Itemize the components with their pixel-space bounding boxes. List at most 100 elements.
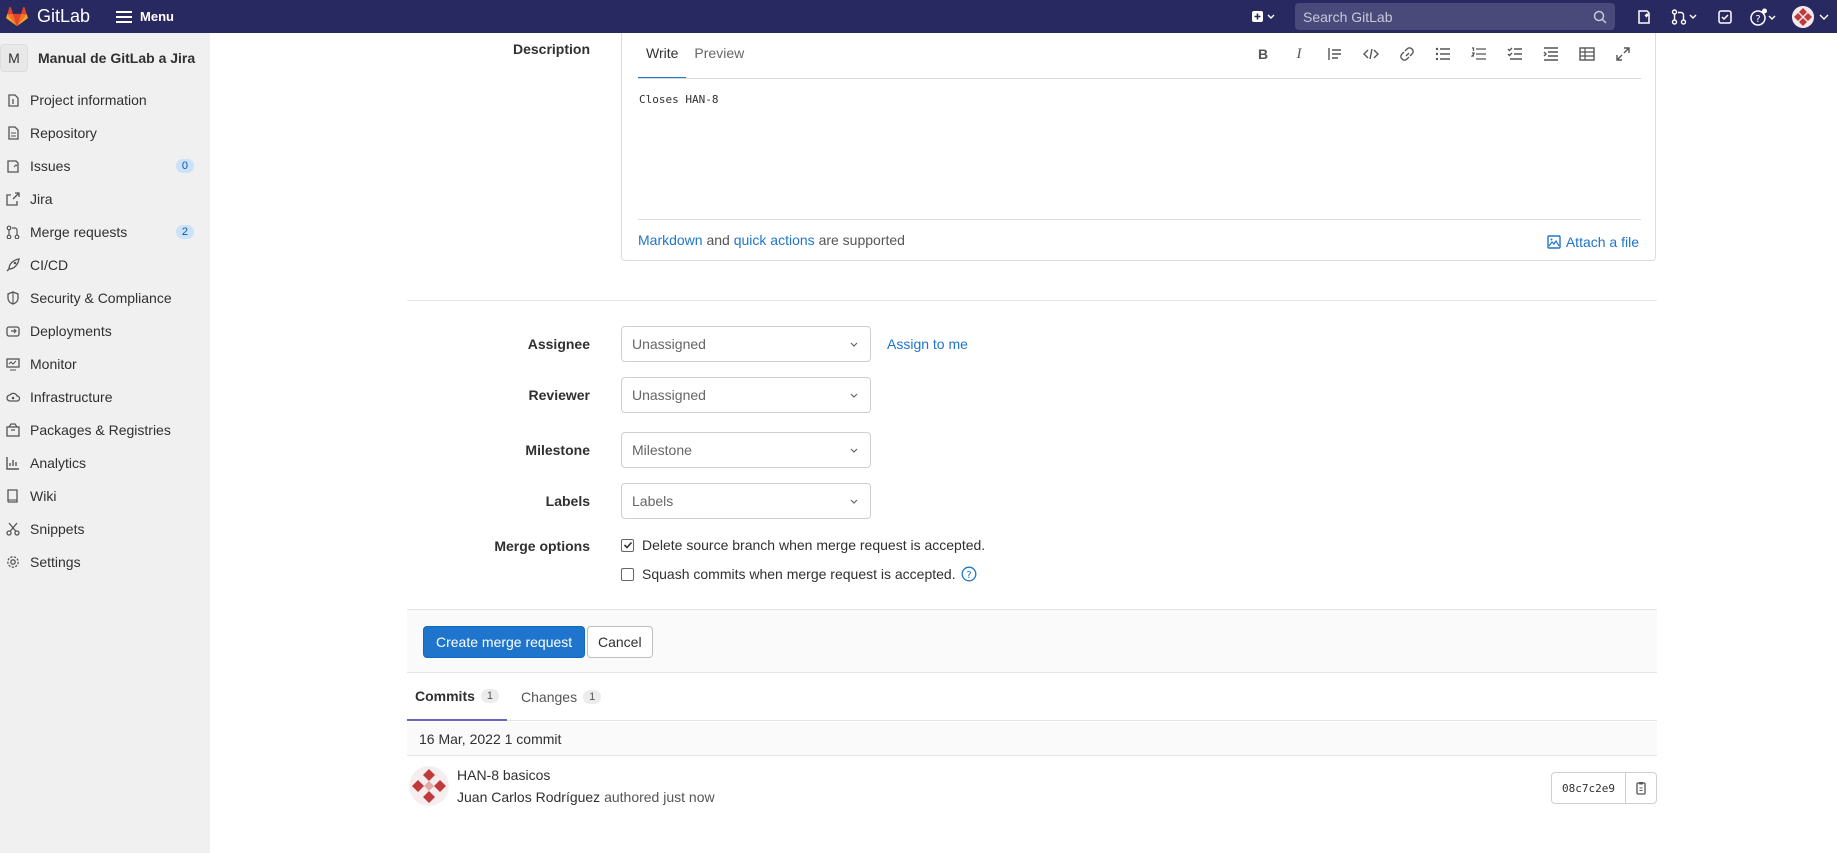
- sidebar-item-project-information[interactable]: Project information: [0, 83, 210, 116]
- cloud-icon: [6, 390, 20, 404]
- attach-file-button[interactable]: Attach a file: [1547, 234, 1639, 250]
- quick-actions-link[interactable]: quick actions: [734, 232, 815, 248]
- commit-day-header: 16 Mar, 2022 1 commit: [407, 722, 1657, 756]
- create-merge-request-button[interactable]: Create merge request: [423, 626, 586, 658]
- code-icon: [1363, 48, 1379, 60]
- description-textarea[interactable]: Closes HAN-8: [639, 93, 718, 106]
- sidebar-item-label: Jira: [30, 190, 53, 207]
- delete-branch-checkbox[interactable]: [621, 538, 634, 552]
- numbered-list-button[interactable]: [1461, 43, 1497, 65]
- reviewer-dropdown[interactable]: Unassigned: [621, 377, 871, 413]
- collapsible-button[interactable]: [1533, 43, 1569, 65]
- todo-check-icon: [1718, 9, 1732, 24]
- assign-to-me-link[interactable]: Assign to me: [887, 336, 968, 352]
- chevron-down-icon: [850, 342, 858, 347]
- scissors-icon: [6, 522, 20, 536]
- markdown-toolbar: B I: [1245, 43, 1641, 65]
- sidebar-item-issues[interactable]: Issues 0: [0, 149, 210, 182]
- bold-button[interactable]: B: [1245, 43, 1281, 65]
- sidebar-item-label: Monitor: [30, 355, 77, 372]
- chart-icon: [6, 456, 20, 470]
- squash-checkbox[interactable]: [621, 567, 634, 581]
- squash-commits-option[interactable]: Squash commits when merge request is acc…: [621, 566, 977, 582]
- project-header[interactable]: M Manual de GitLab a Jira: [0, 33, 210, 83]
- cancel-button[interactable]: Cancel: [587, 626, 653, 658]
- plus-square-icon: [1252, 10, 1275, 22]
- bullet-list-button[interactable]: [1425, 43, 1461, 65]
- gitlab-home-link[interactable]: GitLab: [6, 6, 90, 27]
- sidebar-item-snippets[interactable]: Snippets: [0, 512, 210, 545]
- sidebar-item-merge-requests[interactable]: Merge requests 2: [0, 215, 210, 248]
- commit-sha[interactable]: 08c7c2e9: [1552, 773, 1626, 803]
- italic-button[interactable]: I: [1281, 43, 1317, 65]
- fullscreen-button[interactable]: [1605, 43, 1641, 65]
- squash-label: Squash commits when merge request is acc…: [642, 566, 956, 582]
- user-avatar: [1792, 5, 1814, 28]
- merge-requests-nav-button[interactable]: [1663, 0, 1707, 33]
- top-navbar: GitLab Menu Search GitLab ?: [0, 0, 1837, 33]
- sidebar-item-deployments[interactable]: Deployments: [0, 314, 210, 347]
- commit-title[interactable]: HAN-8 basicos: [457, 767, 550, 783]
- sidebar-item-wiki[interactable]: Wiki: [0, 479, 210, 512]
- tab-commits[interactable]: Commits 1: [407, 673, 508, 721]
- sidebar-item-infrastructure[interactable]: Infrastructure: [0, 380, 210, 413]
- commits-changes-tabs: Commits 1 Changes 1: [407, 673, 1657, 721]
- code-button[interactable]: [1353, 43, 1389, 65]
- assignee-value: Unassigned: [632, 336, 706, 352]
- fullscreen-icon: [1616, 47, 1630, 61]
- assignee-dropdown[interactable]: Unassigned: [621, 326, 871, 362]
- issues-nav-button[interactable]: [1625, 0, 1663, 33]
- tab-write[interactable]: Write: [638, 33, 687, 79]
- help-dropdown-button[interactable]: ?: [1743, 0, 1785, 33]
- merge-request-icon: [6, 225, 20, 239]
- doc-icon: [6, 125, 20, 140]
- sidebar-item-label: Security & Compliance: [30, 289, 172, 306]
- link-button[interactable]: [1389, 43, 1425, 65]
- new-dropdown-button[interactable]: [1245, 0, 1283, 33]
- todos-nav-button[interactable]: [1707, 0, 1743, 33]
- sidebar-item-ci-cd[interactable]: CI/CD: [0, 248, 210, 281]
- package-icon: [6, 422, 20, 437]
- numbered-list-icon: [1471, 47, 1486, 60]
- count-badge: 2: [175, 224, 194, 239]
- description-label: Description: [512, 41, 590, 57]
- help-icon: ?: [1750, 8, 1776, 26]
- attach-file-label: Attach a file: [1565, 234, 1639, 250]
- sidebar-item-label: Issues: [30, 157, 71, 174]
- sidebar-item-label: Snippets: [30, 520, 85, 537]
- sidebar-item-security-compliance[interactable]: Security & Compliance: [0, 281, 210, 314]
- sidebar-item-packages-registries[interactable]: Packages & Registries: [0, 413, 210, 446]
- chevron-down-icon: [850, 393, 858, 398]
- commit-row: HAN-8 basicos Juan Carlos Rodríguez auth…: [407, 756, 1657, 816]
- brand-name: GitLab: [37, 6, 91, 26]
- menu-button[interactable]: Menu: [116, 9, 174, 24]
- sidebar-item-label: Merge requests: [30, 223, 128, 240]
- monitor-icon: [6, 357, 20, 371]
- table-button[interactable]: [1569, 43, 1605, 65]
- milestone-value: Milestone: [632, 442, 692, 458]
- search-input[interactable]: Search GitLab: [1295, 3, 1615, 30]
- user-menu-button[interactable]: [1785, 0, 1837, 33]
- labels-dropdown[interactable]: Labels: [621, 483, 871, 519]
- sidebar-item-monitor[interactable]: Monitor: [0, 347, 210, 380]
- quote-button[interactable]: [1317, 43, 1353, 65]
- form-actions: Create merge request Cancel: [407, 609, 1657, 673]
- bullet-list-icon: [1435, 47, 1450, 61]
- sidebar-item-jira[interactable]: Jira: [0, 182, 210, 215]
- tab-changes[interactable]: Changes 1: [513, 673, 609, 721]
- question-circle-icon[interactable]: ?: [961, 566, 977, 582]
- sidebar-item-settings[interactable]: Settings: [0, 545, 210, 578]
- issues-icon: [1638, 9, 1650, 24]
- delete-source-branch-option[interactable]: Delete source branch when merge request …: [621, 537, 985, 553]
- commit-author[interactable]: Juan Carlos Rodríguez: [457, 789, 600, 805]
- copy-sha-button[interactable]: [1626, 773, 1656, 803]
- milestone-dropdown[interactable]: Milestone: [621, 432, 871, 468]
- sidebar-item-repository[interactable]: Repository: [0, 116, 210, 149]
- markdown-link[interactable]: Markdown: [638, 232, 703, 248]
- sidebar-item-analytics[interactable]: Analytics: [0, 446, 210, 479]
- tab-preview[interactable]: Preview: [686, 33, 752, 79]
- task-list-button[interactable]: [1497, 43, 1533, 65]
- link-icon: [1400, 47, 1414, 61]
- commit-author-avatar[interactable]: [409, 766, 449, 806]
- assignee-label: Assignee: [527, 336, 590, 352]
